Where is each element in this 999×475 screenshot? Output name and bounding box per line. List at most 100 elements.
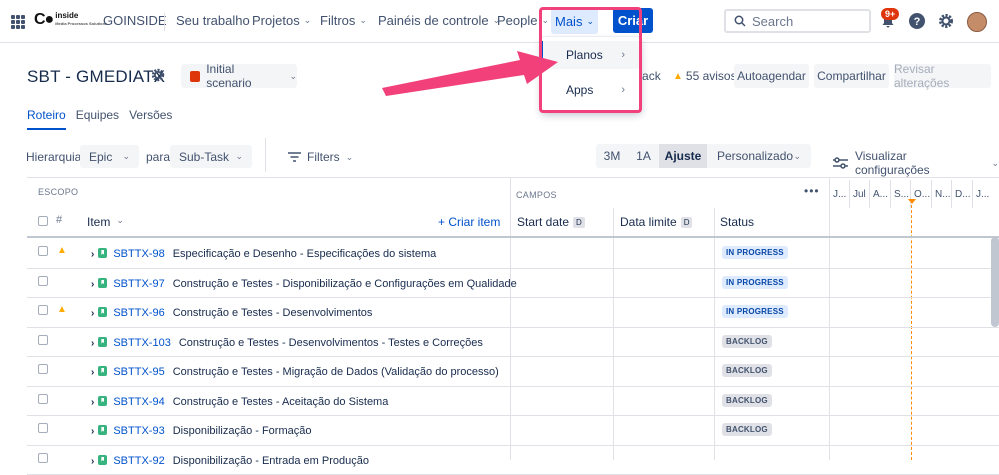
issue-key[interactable]: SBTTX-103 — [113, 337, 170, 349]
nav-projetos[interactable]: Projetos ⌄ — [252, 13, 311, 28]
nav-seu-trabalho[interactable]: Seu trabalho — [176, 13, 250, 28]
warning-icon: ▲ — [673, 70, 683, 82]
row-checkbox[interactable] — [38, 452, 48, 463]
today-marker — [911, 200, 912, 460]
hierarquia-label: Hierarquia: — [26, 150, 85, 164]
issue-summary[interactable]: Disponibilização - Formação — [173, 425, 312, 437]
logo-text: inside — [55, 11, 79, 20]
issue-summary[interactable]: Construção e Testes - Desenvolvimentos -… — [179, 337, 483, 349]
expand-chevron-icon[interactable]: › — [91, 338, 94, 349]
status-badge[interactable]: BACKLOG — [722, 423, 772, 436]
status-badge[interactable]: BACKLOG — [722, 393, 772, 407]
issue-summary[interactable]: Construção e Testes - Migração de Dados … — [173, 366, 499, 378]
header-bottom-border — [27, 236, 999, 238]
row-checkbox[interactable] — [38, 246, 48, 256]
issue-summary[interactable]: Construção e Testes - Desenvolvimentos — [173, 307, 373, 319]
create-item-button[interactable]: + Criar item — [438, 215, 500, 229]
expand-chevron-icon[interactable]: › — [91, 279, 94, 290]
timeline-month-divider — [849, 180, 850, 208]
issue-key[interactable]: SBTTX-97 — [113, 278, 164, 290]
org-name[interactable]: GOINSIDE — [103, 13, 167, 28]
status-badge[interactable]: BACKLOG — [722, 364, 772, 377]
more-options-icon[interactable]: ••• — [804, 184, 820, 198]
range-1a[interactable]: 1A — [628, 144, 659, 168]
tab-equipes[interactable]: Equipes — [76, 108, 119, 130]
expand-chevron-icon[interactable]: › — [91, 308, 94, 319]
issue-key[interactable]: SBTTX-93 — [113, 425, 164, 437]
row-checkbox[interactable] — [38, 275, 48, 286]
row-checkbox[interactable] — [38, 423, 48, 433]
row-item-cell: › SBTTX-94 Construção e Testes - Aceitação… — [91, 393, 388, 408]
issue-summary[interactable]: Especificação e Desenho - Especificações… — [173, 248, 437, 260]
company-logo[interactable]: C● inside Media Processos Solutions — [34, 11, 107, 29]
item-header[interactable]: Item ⌄ — [87, 215, 124, 229]
issue-key[interactable]: SBTTX-96 — [113, 307, 164, 319]
search-input[interactable]: Search — [724, 9, 871, 33]
issue-key[interactable]: SBTTX-92 — [113, 455, 164, 467]
settings-gear-icon[interactable] — [937, 12, 955, 30]
compartilhar-button[interactable]: Compartilhar — [814, 64, 889, 88]
issue-key[interactable]: SBTTX-95 — [113, 366, 164, 378]
row-checkbox[interactable] — [38, 305, 48, 315]
view-settings-button[interactable]: Visualizar configurações ⌄ — [833, 149, 999, 177]
plan-settings-icon[interactable] — [150, 67, 166, 83]
vertical-scrollbar[interactable] — [991, 237, 999, 327]
status-header[interactable]: Status — [720, 215, 754, 229]
hierarchy-to-select[interactable]: Sub-Task ⌄ — [170, 145, 252, 168]
expand-chevron-icon[interactable]: › — [91, 426, 94, 437]
data-limite-header[interactable]: Data limite D — [620, 215, 693, 229]
range-3m[interactable]: 3M — [596, 144, 628, 168]
autoagendar-button[interactable]: Autoagendar — [734, 64, 809, 88]
chevron-down-icon: ⌄ — [359, 15, 367, 25]
expand-chevron-icon[interactable]: › — [91, 397, 94, 408]
revisar-alteracoes-button[interactable]: Revisar alterações — [894, 62, 991, 90]
issue-key[interactable]: SBTTX-94 — [113, 396, 164, 408]
select-all-checkbox[interactable] — [38, 216, 48, 226]
hierarchy-from-select[interactable]: Epic ⌄ — [80, 145, 139, 168]
row-checkbox[interactable] — [38, 334, 48, 345]
view-tabs: Roteiro Equipes Versões — [27, 108, 172, 130]
row-checkbox[interactable] — [38, 364, 48, 374]
tab-roteiro[interactable]: Roteiro — [27, 108, 66, 130]
status-badge[interactable]: IN PROGRESS — [722, 305, 788, 318]
timeline-month-divider — [951, 180, 952, 208]
warning-icon[interactable]: ▲ — [57, 245, 67, 256]
search-icon — [734, 15, 746, 27]
tab-versoes[interactable]: Versões — [129, 108, 172, 130]
story-icon — [98, 277, 108, 288]
row-item-cell: › SBTTX-97 Construção e Testes - Disponibi… — [91, 275, 517, 290]
help-icon[interactable]: ? — [908, 12, 926, 30]
user-avatar[interactable] — [967, 12, 987, 32]
expand-chevron-icon[interactable]: › — [91, 249, 94, 260]
table-top-border — [27, 177, 999, 178]
row-divider — [27, 297, 999, 298]
issue-key[interactable]: SBTTX-98 — [113, 248, 164, 260]
nav-filtros[interactable]: Filtros ⌄ — [320, 13, 367, 28]
scenario-select[interactable]: Initial scenario ⌄ — [181, 62, 297, 90]
start-date-header[interactable]: Start date D — [517, 215, 585, 229]
story-icon — [98, 336, 108, 347]
nav-paineis[interactable]: Painéis de controle ⌄ — [378, 13, 500, 28]
expand-chevron-icon[interactable]: › — [91, 456, 94, 467]
notification-badge: 9+ — [881, 8, 900, 20]
row-checkbox[interactable] — [38, 393, 48, 404]
app-switcher-icon[interactable] — [11, 15, 25, 29]
col-divider-start — [613, 208, 614, 460]
warnings-link[interactable]: ▲ 55 avisos — [673, 69, 737, 83]
row-item-cell: › SBTTX-96 Construção e Testes - Desenvolv… — [91, 304, 372, 319]
range-personalizado[interactable]: Personalizado ⌄ — [707, 144, 811, 168]
timeline-month-label: J... — [833, 189, 847, 200]
issue-summary[interactable]: Construção e Testes - Aceitação do Siste… — [173, 396, 389, 408]
today-marker-icon — [908, 199, 916, 204]
issue-summary[interactable]: Disponibilização - Entrada em Produção — [173, 455, 369, 467]
status-badge[interactable]: IN PROGRESS — [722, 246, 788, 259]
status-badge[interactable]: IN PROGRESS — [722, 275, 788, 289]
issue-summary[interactable]: Construção e Testes - Disponibilização e… — [173, 278, 517, 290]
story-icon — [98, 395, 108, 406]
status-badge[interactable]: BACKLOG — [722, 334, 772, 348]
range-ajuste[interactable]: Ajuste — [659, 144, 707, 168]
warning-icon[interactable]: ▲ — [57, 304, 67, 315]
filters-button[interactable]: Filters ⌄ — [288, 150, 353, 164]
logo-subtext: Media Processos Solutions — [55, 21, 108, 26]
expand-chevron-icon[interactable]: › — [91, 367, 94, 378]
